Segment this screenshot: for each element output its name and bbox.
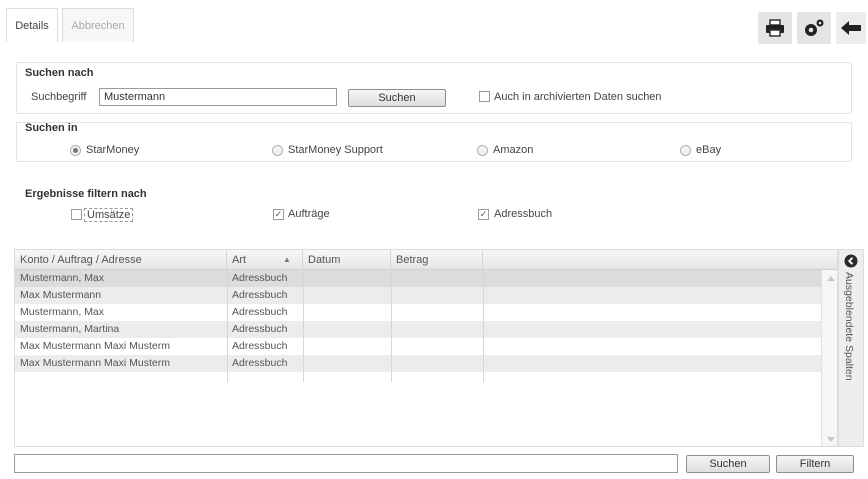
filter-auftraege-label: Aufträge <box>288 208 330 220</box>
column-header-betrag[interactable]: Betrag <box>391 250 483 270</box>
sort-ascending-icon: ▲ <box>283 255 291 264</box>
tab-details-label: Details <box>15 19 49 32</box>
scroll-up-icon[interactable] <box>827 276 835 281</box>
table-header: Konto / Auftrag / Adresse Art ▲ Datum Be… <box>15 250 837 270</box>
results-table: Konto / Auftrag / Adresse Art ▲ Datum Be… <box>14 249 838 447</box>
radio-starmoney-label: StarMoney <box>86 144 140 156</box>
column-header-konto-label: Konto / Auftrag / Adresse <box>20 254 142 266</box>
hidden-columns-panel[interactable]: Ausgeblendete Spalten <box>838 249 864 447</box>
table-row[interactable]: Mustermann, Martina Adressbuch <box>15 321 821 338</box>
back-button[interactable] <box>836 12 866 44</box>
cell-konto: Mustermann, Max <box>20 272 105 284</box>
search-in-group-title: Suchen in <box>25 122 78 134</box>
radio-amazon-label: Amazon <box>493 144 534 156</box>
search-button-label: Suchen <box>378 92 416 104</box>
search-term-input[interactable] <box>99 88 337 106</box>
printer-icon <box>766 19 784 37</box>
filter-adressbuch-checkbox[interactable]: ✓ <box>478 209 489 220</box>
cell-art: Adressbuch <box>232 272 288 284</box>
settings-button[interactable] <box>797 12 831 44</box>
column-divider <box>227 270 228 382</box>
search-group-title: Suchen nach <box>25 67 94 79</box>
bottom-filter-button[interactable]: Filtern <box>776 455 854 473</box>
filter-text-input[interactable] <box>14 454 678 473</box>
bottom-filter-button-label: Filtern <box>799 458 831 470</box>
archive-checkbox-label: Auch in archivierten Daten suchen <box>494 91 662 103</box>
gears-icon <box>805 19 824 36</box>
bottom-search-button[interactable]: Suchen <box>686 455 770 473</box>
bottom-search-button-label: Suchen <box>709 458 747 470</box>
column-header-art[interactable]: Art ▲ <box>227 250 303 270</box>
column-divider <box>391 270 392 382</box>
radio-starmoney[interactable] <box>70 145 81 156</box>
tab-abbrechen-label: Abbrechen <box>71 19 125 32</box>
filter-auftraege-checkbox[interactable]: ✓ <box>273 209 284 220</box>
filter-group-title: Ergebnisse filtern nach <box>25 188 147 200</box>
chevron-left-circle-icon[interactable] <box>844 254 858 268</box>
filter-umsaetze-label: Umsätze <box>84 208 134 222</box>
column-header-datum[interactable]: Datum <box>303 250 391 270</box>
cell-konto: Max Mustermann <box>20 289 102 301</box>
column-header-konto[interactable]: Konto / Auftrag / Adresse <box>15 250 227 270</box>
cell-art: Adressbuch <box>232 323 288 335</box>
search-button[interactable]: Suchen <box>348 89 446 107</box>
column-divider <box>303 270 304 382</box>
scroll-down-icon[interactable] <box>827 437 835 442</box>
radio-ebay[interactable] <box>680 145 691 156</box>
cell-art: Adressbuch <box>232 306 288 318</box>
hidden-columns-label: Ausgeblendete Spalten <box>843 272 855 381</box>
search-in-group <box>16 122 852 162</box>
cell-art: Adressbuch <box>232 289 288 301</box>
table-scrollbar[interactable] <box>821 270 837 446</box>
table-row[interactable]: Max Mustermann Maxi Musterm Adressbuch <box>15 338 821 355</box>
table-row[interactable]: Mustermann, Max Adressbuch <box>15 304 821 321</box>
cell-konto: Mustermann, Martina <box>20 323 120 335</box>
radio-starmoney-support[interactable] <box>272 145 283 156</box>
search-term-label: Suchbegriff <box>31 91 87 103</box>
cell-art: Adressbuch <box>232 340 288 352</box>
column-divider <box>483 270 484 382</box>
arrow-left-icon <box>841 21 861 35</box>
column-header-betrag-label: Betrag <box>396 254 429 266</box>
radio-amazon[interactable] <box>477 145 488 156</box>
table-row[interactable]: Max Mustermann Maxi Musterm Adressbuch <box>15 355 821 372</box>
column-header-art-label: Art <box>232 254 247 266</box>
table-row[interactable]: Mustermann, Max Adressbuch <box>15 270 821 287</box>
table-row[interactable]: Max Mustermann Adressbuch <box>15 287 821 304</box>
print-button[interactable] <box>758 12 792 44</box>
tab-details[interactable]: Details <box>6 8 58 42</box>
column-header-datum-label: Datum <box>308 254 341 266</box>
radio-starmoney-support-label: StarMoney Support <box>288 144 383 156</box>
archive-checkbox[interactable] <box>479 91 490 102</box>
cell-art: Adressbuch <box>232 357 288 369</box>
cell-konto: Mustermann, Max <box>20 306 105 318</box>
tab-abbrechen[interactable]: Abbrechen <box>62 8 134 42</box>
filter-umsaetze-checkbox[interactable] <box>71 209 82 220</box>
filter-adressbuch-label: Adressbuch <box>494 208 553 220</box>
radio-ebay-label: eBay <box>696 144 722 156</box>
cell-konto: Max Mustermann Maxi Musterm <box>20 357 170 369</box>
cell-konto: Max Mustermann Maxi Musterm <box>20 340 170 352</box>
